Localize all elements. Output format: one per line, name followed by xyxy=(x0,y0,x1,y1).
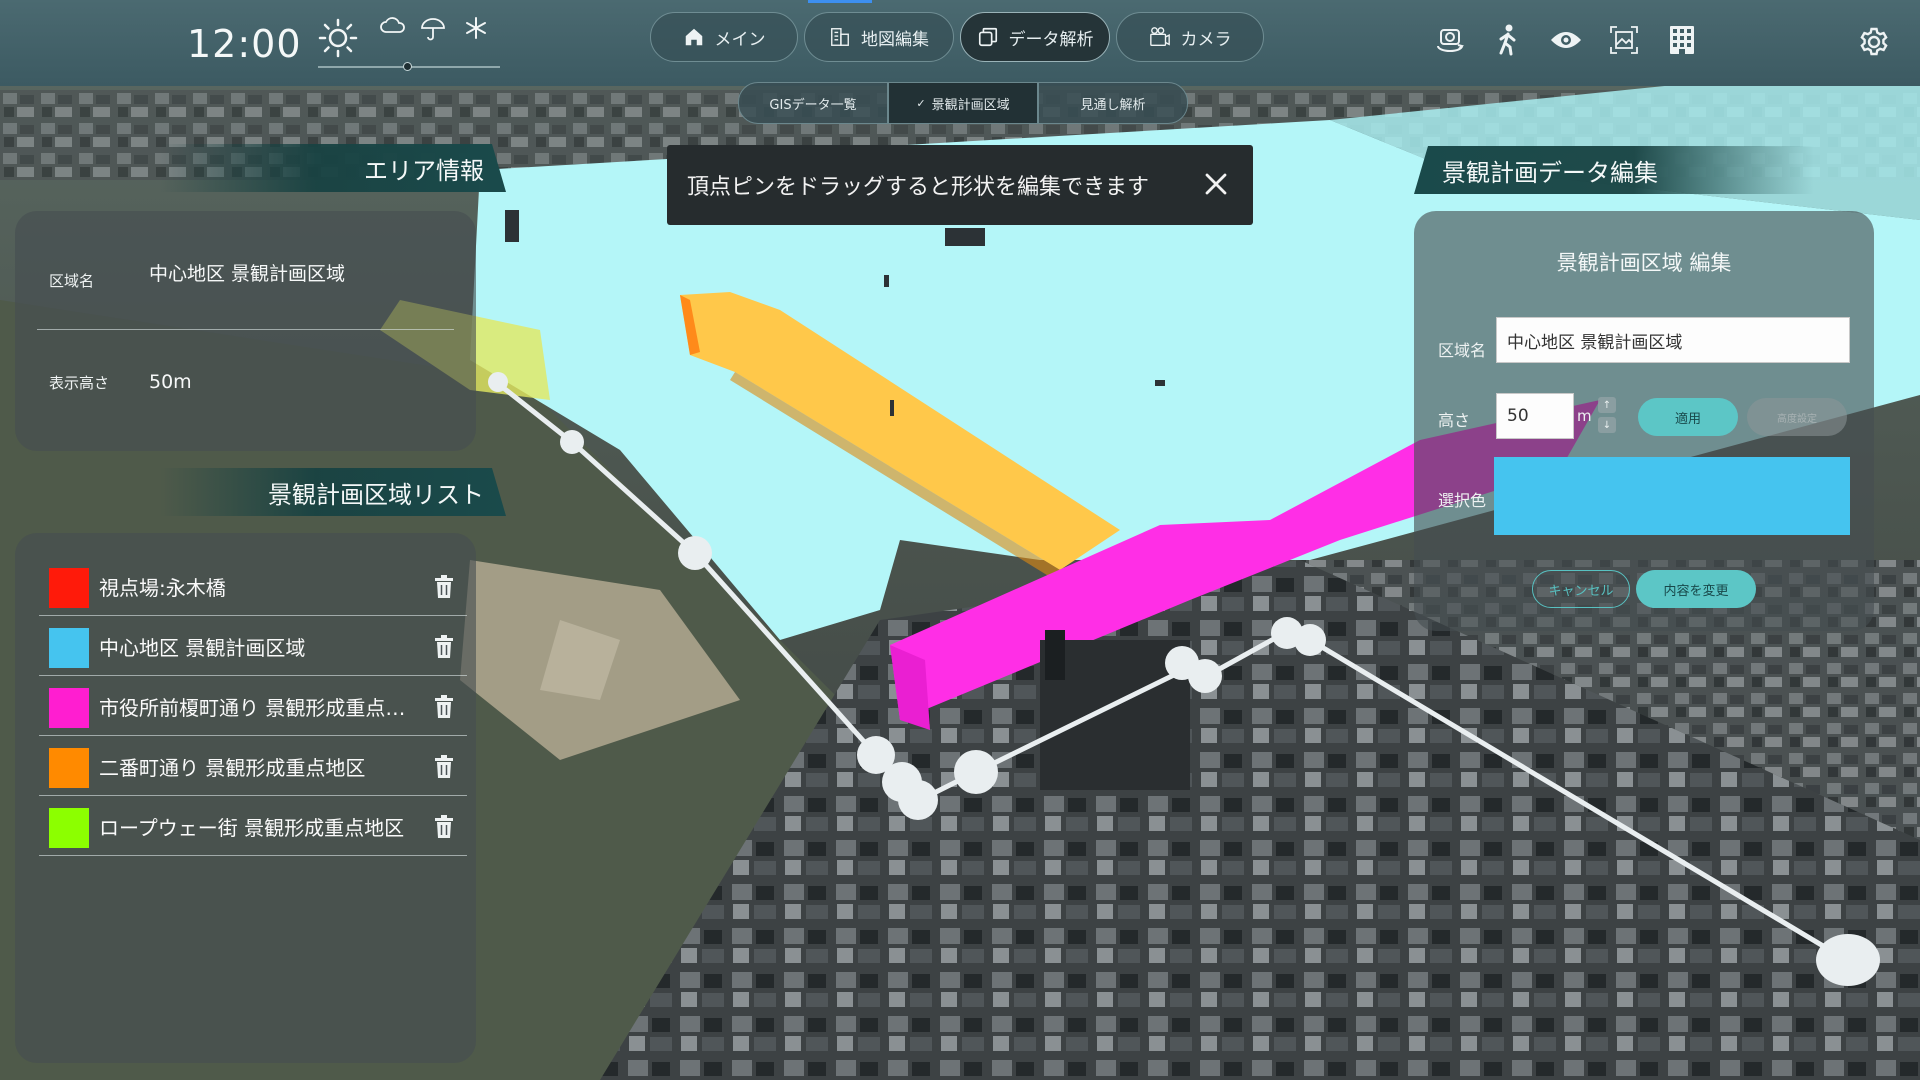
tool-icons xyxy=(1432,22,1700,58)
gear-icon[interactable] xyxy=(1858,26,1890,58)
subtab-landscape-area[interactable]: ✓ 景観計画区域 xyxy=(888,82,1038,124)
toast-message: 頂点ピンをドラッグすると形状を編集できます xyxy=(687,175,1150,200)
home-icon xyxy=(685,28,702,46)
color-swatch xyxy=(49,628,89,668)
list-item[interactable]: 市役所前榎町通り 景観形成重点地区 xyxy=(39,676,467,736)
save-button[interactable]: 内容を変更 xyxy=(1636,570,1756,608)
tab-data-analysis-label: データ解析 xyxy=(1008,29,1094,50)
height-step-down[interactable]: ↓ xyxy=(1598,417,1616,433)
color-swatch xyxy=(49,688,89,728)
tab-map-edit[interactable]: 地図編集 xyxy=(804,12,954,62)
edit-height-label: 高さ xyxy=(1438,411,1471,430)
list-item[interactable]: 中心地区 景観計画区域 xyxy=(39,616,467,676)
area-height-value: 50m xyxy=(149,371,192,393)
list-item-label: 二番町通り 景観形成重点地区 xyxy=(99,756,366,780)
main-nav: メイン 地図編集 データ解析 カメラ xyxy=(650,12,1264,62)
area-name-row: 区域名 中心地区 景観計画区域 xyxy=(49,259,346,290)
divider xyxy=(37,329,454,330)
color-swatch xyxy=(49,748,89,788)
area-info-header: エリア情報 xyxy=(160,144,506,192)
frame-icon[interactable] xyxy=(1606,22,1642,58)
edit-panel: 景観計画区域 編集 区域名 高さ m ↑ ↓ 適用 高度設定 選択色 キャンセル… xyxy=(1414,211,1874,631)
camera-icon xyxy=(1149,27,1170,46)
check-icon: ✓ xyxy=(916,96,926,110)
subtab-visibility-analysis-label: 見通し解析 xyxy=(1080,97,1146,113)
area-height-label: 表示高さ xyxy=(49,373,110,392)
apply-button-label: 適用 xyxy=(1674,411,1701,427)
save-button-label: 内容を変更 xyxy=(1663,583,1729,599)
list-item[interactable]: 二番町通り 景観形成重点地区 xyxy=(39,736,467,796)
list-item[interactable]: 視点場:永木橋 xyxy=(39,556,467,616)
height-unit: m xyxy=(1577,407,1592,425)
trash-icon[interactable] xyxy=(433,575,455,599)
time-slider-handle[interactable] xyxy=(403,62,412,71)
area-list-header: 景観計画区域リスト xyxy=(160,468,506,516)
area-height-row: 表示高さ 50m xyxy=(49,371,192,393)
height-setting-button[interactable]: 高度設定 xyxy=(1747,398,1847,436)
area-name-label: 区域名 xyxy=(49,272,95,290)
sun-icon[interactable] xyxy=(318,18,358,58)
sub-tabs: GISデータ一覧 ✓ 景観計画区域 見通し解析 xyxy=(738,82,1188,124)
list-item[interactable]: ロープウェー街 景観形成重点地区 xyxy=(39,796,467,856)
building-icon xyxy=(831,28,849,46)
tab-main[interactable]: メイン xyxy=(650,12,798,62)
edit-header-label: 景観計画データ編集 xyxy=(1442,158,1658,187)
list-item-label: ロープウェー街 景観形成重点地区 xyxy=(99,816,405,840)
top-bar: 12:00 メイン 地図編集 データ解析 カメラ xyxy=(0,0,1920,86)
weather-selector[interactable] xyxy=(318,14,500,72)
subtab-gis-list[interactable]: GISデータ一覧 xyxy=(738,82,888,124)
subtab-gis-list-label: GISデータ一覧 xyxy=(769,97,857,113)
trash-icon[interactable] xyxy=(433,635,455,659)
area-list-header-label: 景観計画区域リスト xyxy=(268,480,484,509)
trash-icon[interactable] xyxy=(433,755,455,779)
subtab-visibility-analysis[interactable]: 見通し解析 xyxy=(1038,82,1188,124)
color-picker[interactable] xyxy=(1494,457,1850,535)
tab-camera-label: カメラ xyxy=(1180,29,1232,50)
tab-data-analysis[interactable]: データ解析 xyxy=(960,12,1110,62)
tab-map-edit-label: 地図編集 xyxy=(861,29,929,50)
height-step-up[interactable]: ↑ xyxy=(1598,397,1616,413)
subtab-landscape-area-label: 景観計画区域 xyxy=(931,97,1010,113)
list-item-label: 中心地区 景観計画区域 xyxy=(99,636,306,660)
cloud-icon[interactable] xyxy=(380,16,406,36)
walk-icon[interactable] xyxy=(1490,22,1526,58)
height-field[interactable] xyxy=(1496,393,1574,439)
cancel-button[interactable]: キャンセル xyxy=(1532,570,1630,608)
hint-toast: 頂点ピンをドラッグすると形状を編集できます xyxy=(667,145,1253,225)
cancel-button-label: キャンセル xyxy=(1548,583,1614,599)
tab-main-label: メイン xyxy=(714,29,766,50)
umbrella-icon[interactable] xyxy=(420,16,446,42)
trash-icon[interactable] xyxy=(433,815,455,839)
edit-name-label: 区域名 xyxy=(1438,341,1487,360)
height-setting-button-label: 高度設定 xyxy=(1777,413,1817,425)
area-list-panel: 視点場:永木橋 中心地区 景観計画区域 市役所前榎町通り 景観形成重点地区 二番… xyxy=(15,533,476,1063)
layers-icon xyxy=(978,27,997,47)
building-grid-icon[interactable] xyxy=(1664,22,1700,58)
list-item-label: 視点場:永木橋 xyxy=(99,576,226,600)
area-info-header-label: エリア情報 xyxy=(364,156,484,185)
active-indicator xyxy=(808,0,872,3)
snowflake-icon[interactable] xyxy=(464,16,488,40)
edit-header: 景観計画データ編集 xyxy=(1414,146,1814,194)
color-swatch xyxy=(49,568,89,608)
eye-icon[interactable] xyxy=(1548,22,1584,58)
trash-icon[interactable] xyxy=(433,695,455,719)
camera-rotate-icon[interactable] xyxy=(1432,22,1468,58)
clock: 12:00 xyxy=(187,22,302,66)
apply-button[interactable]: 適用 xyxy=(1638,398,1738,436)
tab-camera[interactable]: カメラ xyxy=(1116,12,1264,62)
close-icon[interactable] xyxy=(1201,169,1231,199)
edit-title: 景観計画区域 編集 xyxy=(1556,251,1732,275)
area-info-panel: 区域名 中心地区 景観計画区域 表示高さ 50m xyxy=(15,211,476,451)
area-name-field[interactable] xyxy=(1496,317,1850,363)
color-swatch xyxy=(49,808,89,848)
area-name-value: 中心地区 景観計画区域 xyxy=(149,263,346,285)
edit-color-label: 選択色 xyxy=(1438,491,1487,510)
list-item-label: 市役所前榎町通り 景観形成重点地区 xyxy=(99,696,409,720)
